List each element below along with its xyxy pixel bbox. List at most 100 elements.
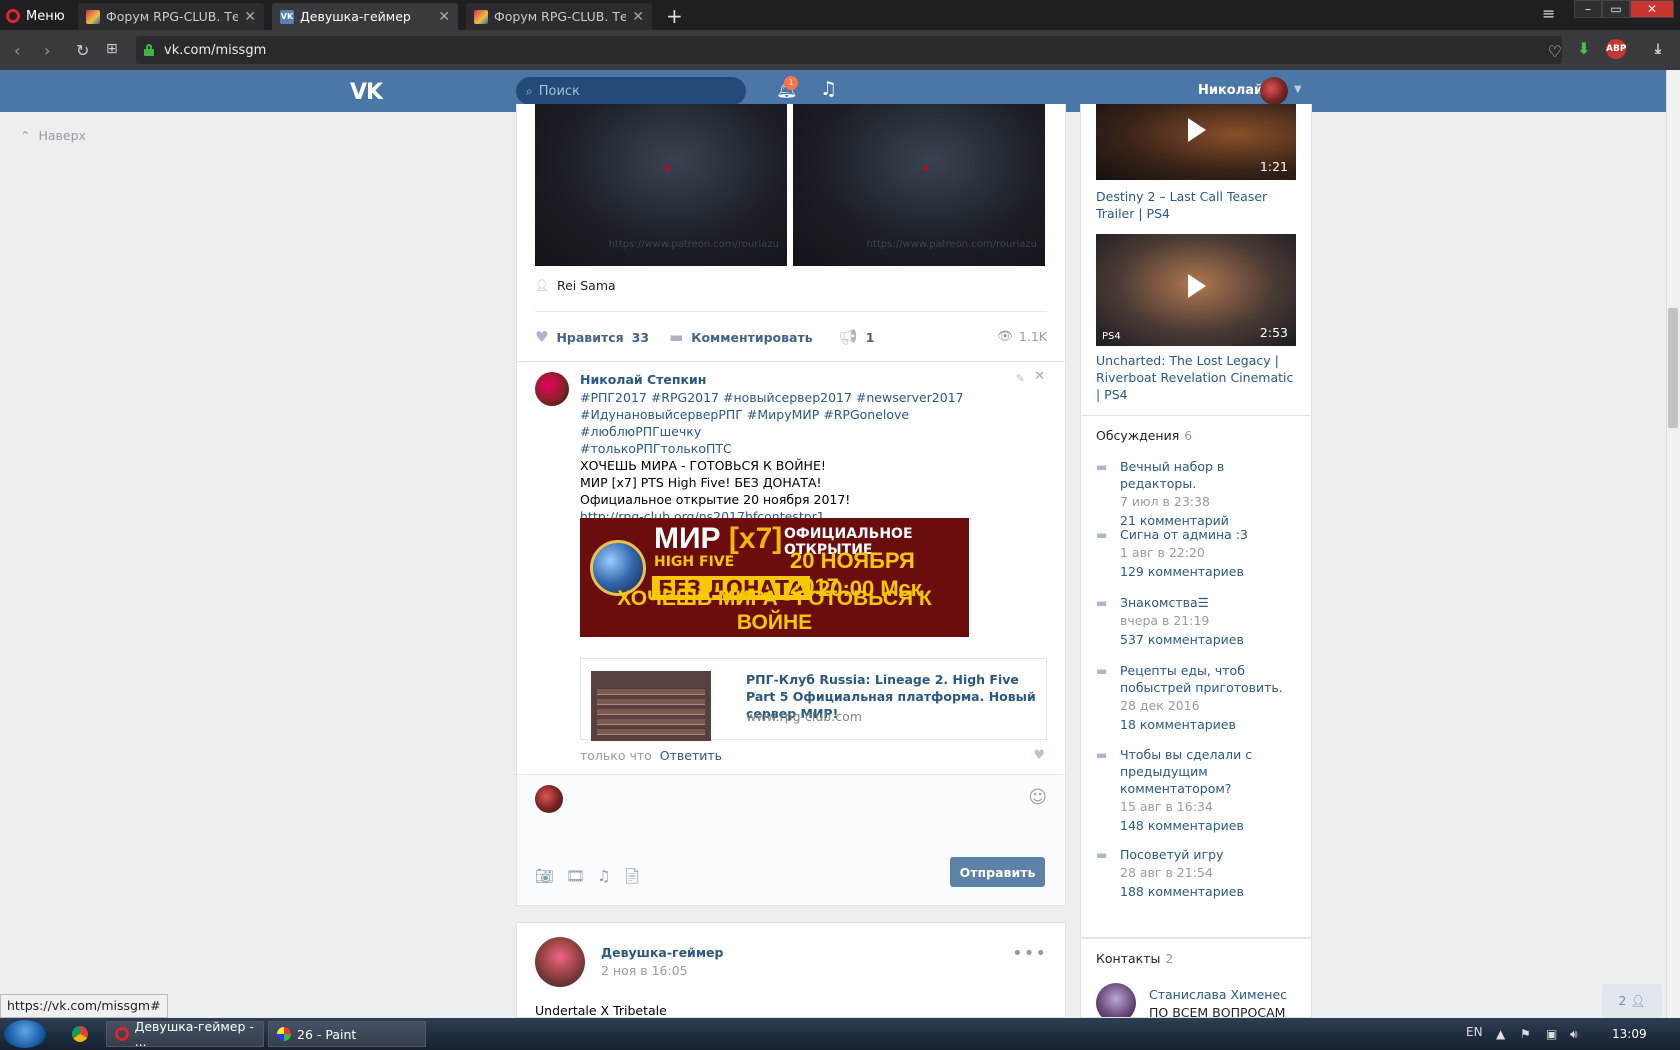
delete-comment-icon[interactable]: ✕ <box>1034 369 1045 384</box>
language-indicator[interactable]: EN <box>1466 1025 1483 1039</box>
notification-count-badge: 1 <box>784 76 798 90</box>
link-preview-card[interactable]: РПГ-Клуб Russia: Lineage 2. High Five Pa… <box>580 658 1047 741</box>
discussion-bubble-icon: ▬ <box>1096 460 1108 474</box>
scroll-to-top-button[interactable]: ⌃ Наверх <box>20 128 86 143</box>
contact-name[interactable]: Станислава Хименес <box>1149 987 1287 1002</box>
contact-avatar[interactable] <box>1096 983 1136 1017</box>
search-input[interactable]: ⌕ Поиск <box>516 77 746 105</box>
video-thumbnail[interactable]: PS4 2:53 <box>1096 234 1296 346</box>
banner-slogan: ХОЧЕШЬ МИРА - ГОТОВЬСЯ К ВОЙНЕ <box>617 587 932 634</box>
taskbar-item-opera[interactable]: Девушка-геймер - ... <box>106 1019 264 1049</box>
edit-pencil-icon[interactable]: ✎ <box>1016 372 1025 385</box>
user-avatar[interactable] <box>1260 77 1288 105</box>
reply-composer: ☺ 📷︎ 🎞︎ ♫ 📄︎ Отправить <box>517 774 1065 904</box>
close-tab-icon[interactable]: ✕ <box>438 9 450 25</box>
scrollbar-thumb[interactable] <box>1668 308 1678 428</box>
community-avatar[interactable] <box>535 937 585 987</box>
discussions-block: Обсуждения 6 ▬ Вечный набор в редакторы. … <box>1080 416 1312 938</box>
post-text: Undertale X Tribetale <box>535 1003 667 1018</box>
text-line: Официальное открытие 20 ноября 2017! <box>580 492 851 507</box>
comment-author-avatar[interactable] <box>535 372 569 406</box>
reply-button[interactable]: Ответить <box>660 748 722 763</box>
start-button-icon[interactable] <box>4 1020 46 1048</box>
post-image-right[interactable]: https://www.patreon.com/rouriazu <box>793 104 1045 266</box>
browser-tab-3[interactable]: Форум RPG-CLUB. Тема: I ✕ <box>466 3 652 30</box>
close-tab-icon[interactable]: ✕ <box>632 9 644 25</box>
back-arrow-icon[interactable]: ‹ <box>14 41 20 60</box>
discussion-item[interactable]: ▬ Чтобы вы сделали с предыдущим коммента… <box>1096 746 1301 835</box>
person-icon: 👤︎ <box>1630 994 1646 1008</box>
document-icon[interactable]: 📄︎ <box>623 867 642 885</box>
discussion-item[interactable]: ▬ Рецепты еды, чтоб побыстрей приготовит… <box>1096 662 1301 734</box>
post-author-name[interactable]: Девушка-геймер <box>601 945 723 960</box>
opera-menu-button[interactable]: Меню <box>6 6 65 26</box>
tray-flag-icon[interactable]: ⚑ <box>1520 1027 1531 1041</box>
volume-icon[interactable]: 🔊︎ <box>1570 1027 1578 1042</box>
forward-arrow-icon[interactable]: › <box>44 41 50 60</box>
browser-tab-2[interactable]: VK Девушка-геймер ✕ <box>272 3 458 30</box>
music-icon[interactable]: ♫ <box>820 78 837 100</box>
bookmark-heart-icon[interactable]: ♡ <box>1548 42 1562 61</box>
banner-mir: МИР [x7] <box>654 522 783 555</box>
new-tab-plus-icon[interactable]: + <box>666 4 683 28</box>
video-icon[interactable]: 🎞︎ <box>566 867 585 885</box>
chevron-down-icon[interactable]: ▼ <box>1294 84 1302 95</box>
discussion-item[interactable]: ▬ Знакомства☰ вчера в 21:19 537 коммента… <box>1096 594 1301 649</box>
post-image-left[interactable]: https://www.patreon.com/rouriazu <box>535 104 787 266</box>
ps4-badge: PS4 <box>1102 331 1121 342</box>
contacts-header[interactable]: Контакты 2 <box>1096 951 1173 966</box>
comment-author-name[interactable]: Николай Степкин <box>580 372 706 387</box>
like-count: 33 <box>631 329 650 345</box>
video-thumbnail[interactable]: 1:21 <box>1096 104 1296 180</box>
hashtags-line[interactable]: #толькоРПГтолькоПТС <box>580 440 1020 457</box>
hashtags-line[interactable]: #ИдунановыйсерверРПГ #МируМИР #RPGonelov… <box>580 406 1020 440</box>
discussion-item[interactable]: ▬ Сигна от админа :3 1 авг в 22:20 129 к… <box>1096 526 1301 581</box>
close-window-icon[interactable]: ✕ <box>1630 0 1674 18</box>
online-friends-button[interactable]: 2 👤︎ <box>1602 984 1662 1018</box>
discussions-count: 6 <box>1184 428 1193 443</box>
network-icon[interactable]: ▣ <box>1546 1027 1557 1041</box>
emoji-smile-icon[interactable]: ☺ <box>1028 787 1047 808</box>
eye-icon: 👁︎ <box>997 328 1013 343</box>
like-heart-icon[interactable]: ♥ <box>535 328 548 346</box>
video-duration: 1:21 <box>1259 159 1288 174</box>
tray-expand-icon[interactable]: ▲ <box>1496 1027 1505 1041</box>
downloads-icon[interactable]: ⤓ <box>1648 39 1668 59</box>
maximize-window-icon[interactable]: ▭ <box>1602 0 1630 18</box>
close-tab-icon[interactable]: ✕ <box>244 9 256 25</box>
chrome-icon[interactable] <box>72 1026 88 1042</box>
hashtags-line[interactable]: #РПГ2017 #RPG2017 #новыйсервер2017 #news… <box>580 389 1020 406</box>
url-field[interactable]: vk.com/missgm <box>136 36 1562 64</box>
adblock-icon[interactable]: ABP <box>1606 39 1626 59</box>
clock[interactable]: 13:09 <box>1612 1027 1647 1041</box>
discussion-item[interactable]: ▬ Посоветуй игру 28 авг в 21:54 188 комм… <box>1096 846 1301 901</box>
post-date[interactable]: 2 ноя в 16:05 <box>601 963 688 978</box>
minimize-window-icon[interactable]: – <box>1574 0 1602 18</box>
more-options-icon[interactable]: ••• <box>1012 943 1047 964</box>
video-title[interactable]: Destiny 2 – Last Call Teaser Trailer | P… <box>1096 188 1301 222</box>
comment-bubble-icon[interactable]: ▬ <box>669 328 683 346</box>
wall-post: https://www.patreon.com/rouriazu https:/… <box>516 104 1066 362</box>
speed-dial-grid-icon[interactable]: ⊞ <box>106 41 118 57</box>
post-author-signature[interactable]: 👤︎ Rei Sama <box>535 278 616 293</box>
camera-icon[interactable]: 📷︎ <box>535 867 554 885</box>
tab-menu-icon[interactable]: ≡ <box>1542 4 1555 23</box>
share-megaphone-icon[interactable]: 📢︎ <box>839 328 858 346</box>
promo-banner-image[interactable]: МИР [x7] HIGH FIVE БЕЗ ДОНАТА ОФИЦИАЛЬНО… <box>580 518 969 637</box>
share-count: 1 <box>865 329 875 345</box>
reload-icon[interactable]: ↻ <box>76 41 89 60</box>
page-scrollbar[interactable] <box>1666 70 1680 1018</box>
music-note-icon[interactable]: ♫ <box>597 867 610 885</box>
download-extension-icon[interactable]: ⬇ <box>1574 39 1594 59</box>
video-title[interactable]: Uncharted: The Lost Legacy | Riverboat R… <box>1096 352 1301 403</box>
send-button[interactable]: Отправить <box>950 857 1045 887</box>
comment-button[interactable]: Комментировать <box>691 330 812 345</box>
vk-logo[interactable]: VK <box>350 80 383 105</box>
user-name[interactable]: Николай <box>1198 83 1263 98</box>
like-button[interactable]: Нравится <box>556 330 623 345</box>
discussion-item[interactable]: ▬ Вечный набор в редакторы. 7 июл в 23:3… <box>1096 458 1301 530</box>
browser-tab-1[interactable]: Форум RPG-CLUB. Тема: I ✕ <box>78 3 264 30</box>
taskbar-item-paint[interactable]: 26 - Paint <box>268 1021 426 1047</box>
like-heart-icon[interactable]: ♥ <box>1033 748 1045 763</box>
discussions-header[interactable]: Обсуждения 6 <box>1096 428 1192 443</box>
